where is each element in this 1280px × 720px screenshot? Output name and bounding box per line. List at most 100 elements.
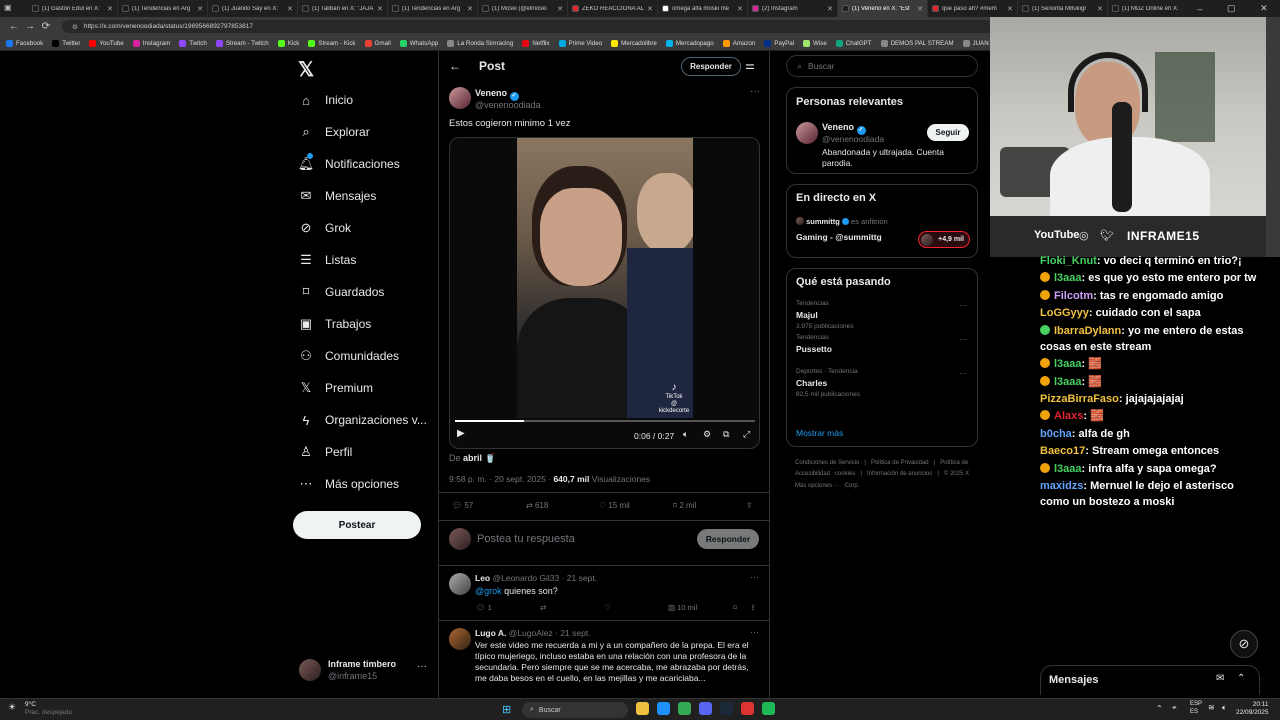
language-indicator[interactable]: ESP ES [1190, 701, 1202, 716]
grok-icon[interactable]: ⊘ [1230, 630, 1258, 658]
nav-item-perfil[interactable]: ♙ Perfil [298, 438, 352, 466]
edge-icon[interactable] [657, 702, 670, 715]
chat-username[interactable]: l3aaa [1054, 376, 1082, 388]
bookmark-item[interactable]: Gmail [364, 39, 391, 47]
reply-like-icon[interactable]: ♡ [604, 603, 611, 612]
footer-link[interactable]: Condiciones de Servicio [795, 460, 859, 466]
nav-item-notificaciones[interactable]: 🔔︎ Notificaciones [298, 150, 400, 178]
share-icon[interactable]: ⇪ [746, 501, 753, 510]
chat-username[interactable]: Alaxs [1054, 410, 1083, 422]
volume-icon[interactable]: 🔈︎ [683, 429, 688, 440]
bookmark-item[interactable]: Wise [803, 39, 827, 47]
reply-mention[interactable]: @grok [475, 586, 502, 596]
browser-tab[interactable]: (1) Señorita M8ukigr ✕ [1018, 0, 1108, 17]
wifi-icon[interactable]: ≋ [1208, 703, 1215, 712]
browser-tab[interactable]: (1) Juanito Say en X: ✕ [208, 0, 298, 17]
video-player[interactable]: ♪ TikTok @ kickdecorte ▶ 0:06 / 0:27 🔈︎ … [449, 137, 760, 449]
trend-name[interactable]: Charles [796, 378, 827, 388]
chat-username[interactable]: maxidzs [1040, 480, 1083, 492]
nav-item-trabajos[interactable]: ▣ Trabajos [298, 310, 371, 338]
nav-item-explorar[interactable]: ⌕ Explorar [298, 118, 369, 146]
reply-avatar[interactable] [449, 573, 471, 595]
clock[interactable]: 20:11 22/09/2025 [1236, 701, 1269, 718]
tray-overflow-icon[interactable]: ⌃ [1156, 704, 1163, 713]
relevant-handle[interactable]: @venenoodiada [822, 134, 884, 144]
reply-more-icon[interactable]: ··· [750, 572, 759, 582]
reply-handle[interactable]: @Leonardo Gil33 · 21 sept. [493, 573, 598, 583]
chat-username[interactable]: IbarraDylann [1054, 325, 1121, 337]
browser-tab[interactable]: (1) Taliban en X: "JAJA ✕ [298, 0, 388, 17]
back-icon[interactable]: ← [6, 21, 22, 32]
bookmark-action[interactable]: ⌑ 2 mil [673, 501, 696, 510]
network-icon[interactable]: ⌖ [1172, 703, 1177, 713]
taskbar-search[interactable]: ⌕ Buscar [522, 702, 628, 718]
weather-icon[interactable]: ☀ [8, 702, 16, 713]
nav-item-inicio[interactable]: ⌂ Inicio [298, 86, 353, 114]
bookmark-item[interactable]: Twitter [52, 39, 80, 47]
browser-tab[interactable]: que paso ah? #mem ✕ [928, 0, 1018, 17]
bookmark-item[interactable]: WhatsApp [399, 39, 438, 47]
bookmark-item[interactable]: Stream - Kick [308, 39, 356, 47]
nav-item-listas[interactable]: ☰ Listas [298, 246, 356, 274]
footer-link[interactable]: Accesibilidad [795, 469, 830, 480]
bookmark-item[interactable]: Instagram [132, 39, 170, 47]
browser-tab[interactable]: omega alfa moski me ✕ [658, 0, 748, 17]
reply-views[interactable]: ▥ 10 mil [668, 603, 697, 612]
start-icon[interactable]: ⊞ [502, 703, 511, 716]
app-icon[interactable] [741, 702, 754, 715]
spotify-icon[interactable] [762, 702, 775, 715]
repost-action[interactable]: ⇄ 618 [526, 501, 548, 510]
nav-item-premium[interactable]: 𝕏 Premium [298, 374, 373, 402]
bookmark-item[interactable]: La Ronda Simracing [447, 39, 513, 47]
tab-close-icon[interactable]: ✕ [737, 5, 743, 13]
bookmark-item[interactable]: Netflix [522, 39, 550, 47]
sliders-icon[interactable]: ⚌ [745, 59, 755, 72]
nav-item-grok[interactable]: ⊘ Grok [298, 214, 351, 242]
tab-actions-icon[interactable]: ▣ [4, 3, 16, 14]
expand-icon[interactable]: ⌃ [1237, 673, 1245, 684]
nav-item-comunidades[interactable]: ⚇ Comunidades [298, 342, 399, 370]
browser-tab[interactable]: (2) Instagram ✕ [748, 0, 838, 17]
credit-name[interactable]: abril [463, 453, 482, 463]
reply-input[interactable]: Postea tu respuesta [477, 533, 575, 545]
bookmark-item[interactable]: Amazon [722, 39, 755, 47]
post-more-icon[interactable]: ··· [750, 86, 760, 97]
bookmark-item[interactable]: Mercadopago [665, 39, 714, 47]
header-reply-button[interactable]: Responder [681, 57, 741, 76]
search-box[interactable]: ⌕ Buscar [786, 55, 978, 77]
chat-username[interactable]: b0cha [1040, 428, 1072, 440]
bookmark-item[interactable]: Kick [277, 39, 299, 47]
bookmark-item[interactable]: Facebook [6, 39, 43, 47]
trend-more-icon[interactable]: ··· [959, 301, 967, 310]
new-message-icon[interactable]: ✉ [1216, 673, 1224, 684]
reply-author[interactable]: Lugo A. [475, 628, 506, 638]
discord-icon[interactable] [699, 702, 712, 715]
chat-username[interactable]: PizzaBirraFaso [1040, 393, 1119, 405]
tab-close-icon[interactable]: ✕ [107, 5, 113, 13]
chat-username[interactable]: Filcotm [1054, 290, 1093, 302]
tab-close-icon[interactable]: ✕ [917, 5, 923, 13]
tab-close-icon[interactable]: ✕ [557, 5, 563, 13]
reply-author[interactable]: Leo [475, 573, 490, 583]
fullscreen-icon[interactable]: ⤢ [743, 429, 750, 440]
account-more-icon[interactable]: ··· [417, 661, 427, 672]
chat-username[interactable]: Floki_Knut [1040, 255, 1097, 267]
trend-name[interactable]: Majul [796, 310, 818, 320]
bookmark-item[interactable]: YouTube [89, 39, 124, 47]
follow-button[interactable]: Seguir [927, 124, 969, 141]
browser-tab[interactable]: ZEKO REACCIONA AL ✕ [568, 0, 658, 17]
bookmark-item[interactable]: Twitch [179, 39, 207, 47]
nav-item-más-opciones[interactable]: ⋯ Más opciones [298, 470, 400, 498]
reply-more-icon[interactable]: ··· [750, 627, 759, 637]
footer-link[interactable]: Más opciones ··· [795, 481, 840, 492]
back-arrow-icon[interactable]: ← [449, 59, 461, 73]
settings-icon[interactable]: ⚙ [703, 429, 711, 440]
browser-tab[interactable]: (1) Tendencias en Arg ✕ [388, 0, 478, 17]
nav-item-organizaciones-v[interactable]: ϟ Organizaciones v... [298, 406, 427, 434]
page-scrollbar[interactable] [1266, 17, 1280, 257]
chat-username[interactable]: LoGGyyy [1040, 307, 1089, 319]
relevant-avatar[interactable] [796, 122, 818, 144]
tab-close-icon[interactable]: ✕ [467, 5, 473, 13]
trend-more-icon[interactable]: ··· [959, 369, 967, 378]
file-explorer-icon[interactable] [636, 702, 649, 715]
